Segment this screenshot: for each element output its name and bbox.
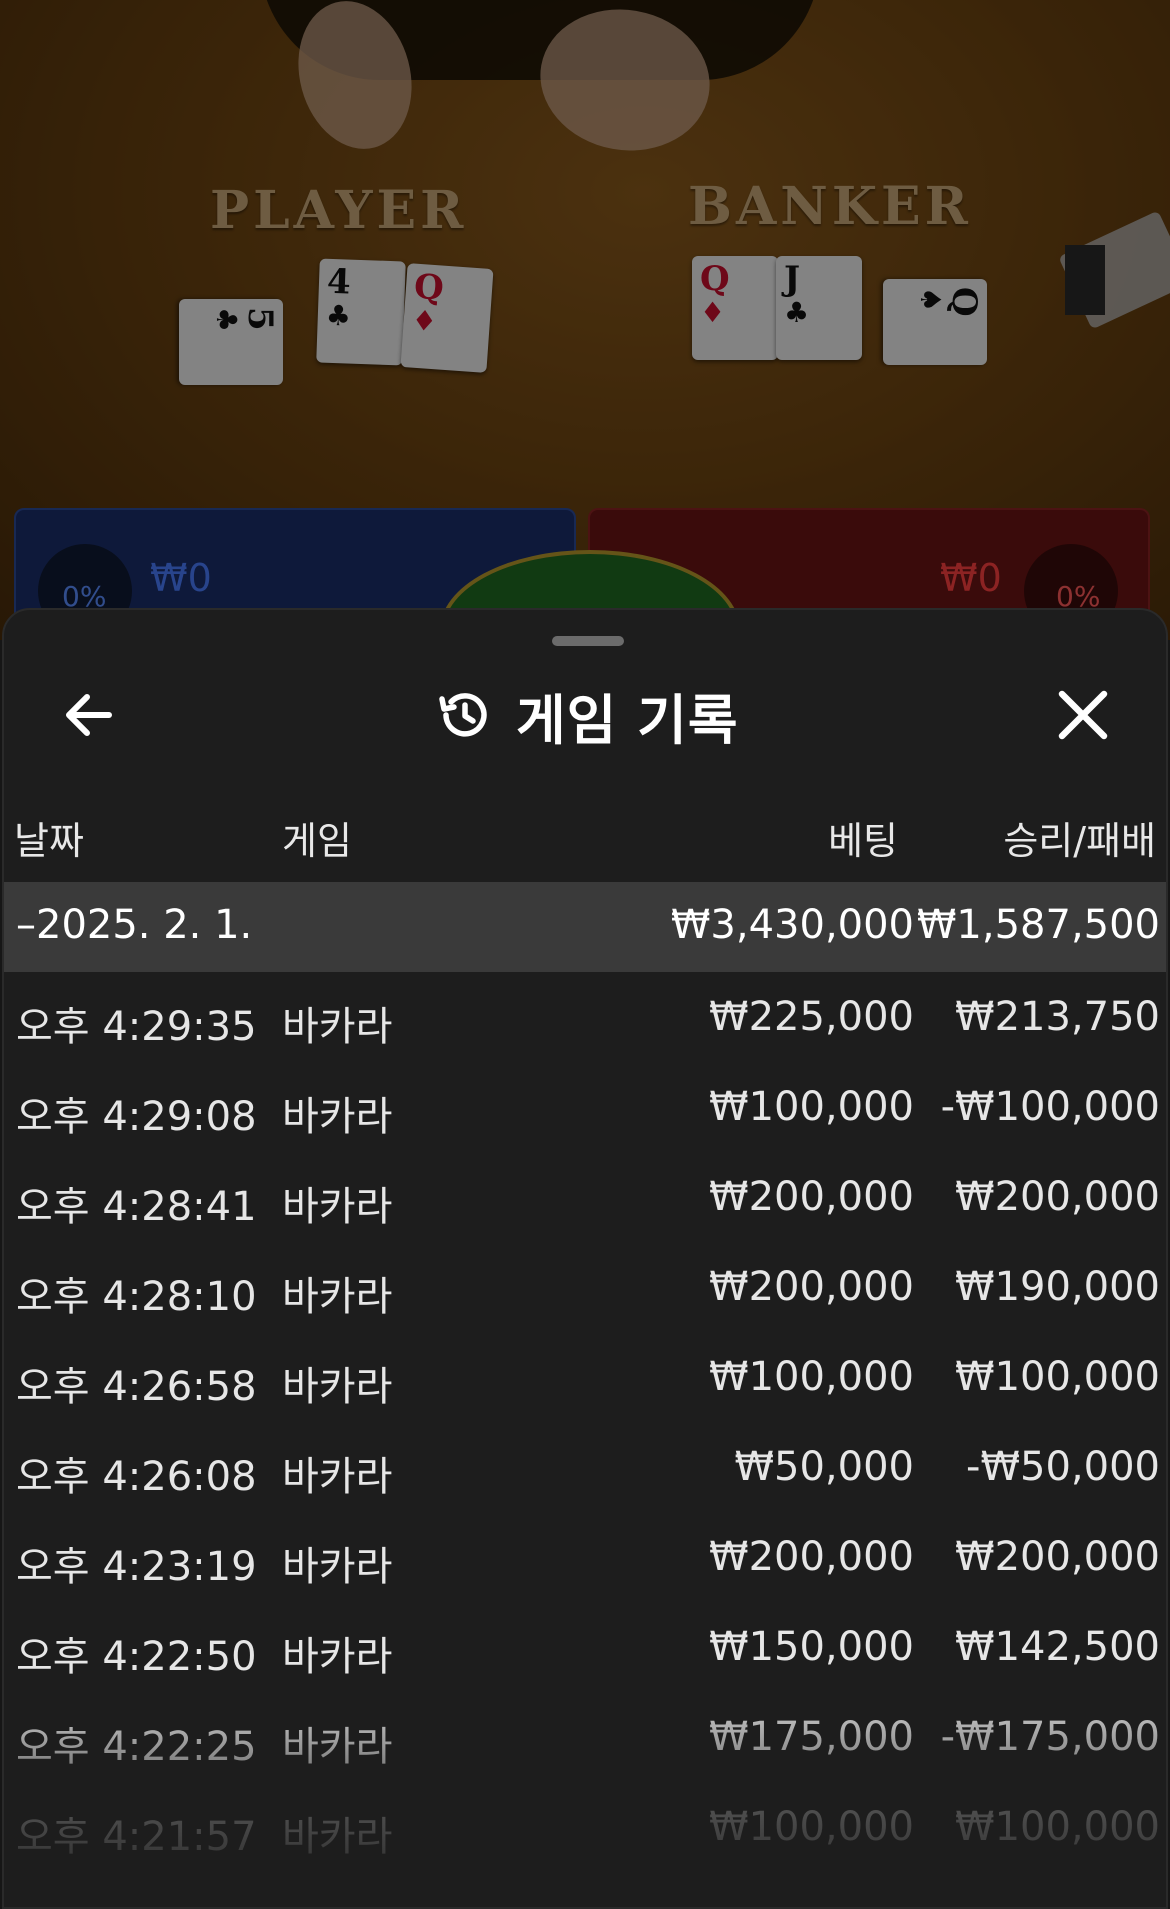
date-group-total-bet: ₩3,430,000 — [670, 902, 914, 948]
date-group-total-win-loss: ₩1,587,500 — [916, 902, 1160, 948]
row-bet: ₩200,000 — [709, 1534, 914, 1580]
row-win-loss: -₩100,000 — [940, 1084, 1160, 1130]
back-button[interactable] — [56, 682, 122, 748]
row-win-loss: ₩100,000 — [955, 1354, 1160, 1400]
sheet-title: 게임 기록 — [516, 688, 739, 752]
row-game: 바카라 — [282, 1274, 393, 1320]
game-history-sheet: 게임 기록 날짜 게임 베팅 승리/패배 –2025. 2. 1. ₩3,430… — [2, 608, 1168, 1909]
row-bet: ₩200,000 — [709, 1174, 914, 1220]
row-time: 오후 4:26:58 — [16, 1364, 257, 1410]
row-bet: ₩50,000 — [734, 1444, 914, 1490]
arrow-left-icon — [66, 694, 112, 736]
row-win-loss: ₩142,500 — [955, 1624, 1160, 1670]
row-bet: ₩200,000 — [709, 1264, 914, 1310]
row-time: 오후 4:29:35 — [16, 1004, 257, 1050]
row-time: 오후 4:28:10 — [16, 1274, 257, 1320]
row-win-loss: ₩200,000 — [955, 1174, 1160, 1220]
row-win-loss: ₩213,750 — [955, 994, 1160, 1040]
row-time: 오후 4:26:08 — [16, 1454, 257, 1500]
row-time: 오후 4:21:57 — [16, 1814, 257, 1860]
history-row[interactable]: 오후 4:26:58 바카라 ₩100,000 ₩100,000 — [4, 1332, 1166, 1422]
column-header-bet[interactable]: 베팅 — [828, 810, 898, 865]
row-game: 바카라 — [282, 1544, 393, 1590]
row-bet: ₩225,000 — [709, 994, 914, 1040]
history-row[interactable]: 오후 4:21:57 바카라 ₩100,000 ₩100,000 — [4, 1782, 1166, 1872]
row-time: 오후 4:23:19 — [16, 1544, 257, 1590]
row-bet: ₩175,000 — [709, 1714, 914, 1760]
row-bet: ₩150,000 — [709, 1624, 914, 1670]
row-bet: ₩100,000 — [709, 1354, 914, 1400]
row-time: 오후 4:28:41 — [16, 1184, 257, 1230]
row-win-loss: -₩175,000 — [940, 1714, 1160, 1760]
history-row[interactable]: 오후 4:22:50 바카라 ₩150,000 ₩142,500 — [4, 1602, 1166, 1692]
date-group-date: –2025. 2. 1. — [16, 902, 253, 948]
row-win-loss: ₩100,000 — [955, 1804, 1160, 1850]
row-game: 바카라 — [282, 1454, 393, 1500]
row-game: 바카라 — [282, 1004, 393, 1050]
row-time: 오후 4:22:50 — [16, 1634, 257, 1680]
close-button[interactable] — [1050, 682, 1116, 748]
sheet-drag-handle[interactable] — [552, 636, 624, 646]
history-row[interactable]: 오후 4:28:41 바카라 ₩200,000 ₩200,000 — [4, 1152, 1166, 1242]
column-header-game[interactable]: 게임 — [282, 810, 352, 865]
close-icon — [1058, 690, 1108, 740]
row-game: 바카라 — [282, 1094, 393, 1140]
dim-overlay[interactable] — [0, 0, 1170, 640]
row-game: 바카라 — [282, 1724, 393, 1770]
history-row[interactable]: 오후 4:22:25 바카라 ₩175,000 -₩175,000 — [4, 1692, 1166, 1782]
history-row[interactable]: 오후 4:23:19 바카라 ₩200,000 ₩200,000 — [4, 1512, 1166, 1602]
row-time: 오후 4:29:08 — [16, 1094, 257, 1140]
history-row[interactable]: 오후 4:26:08 바카라 ₩50,000 -₩50,000 — [4, 1422, 1166, 1512]
history-row[interactable]: 오후 4:29:35 바카라 ₩225,000 ₩213,750 — [4, 972, 1166, 1062]
row-win-loss: ₩200,000 — [955, 1534, 1160, 1580]
history-icon — [439, 693, 487, 737]
history-row[interactable]: 오후 4:29:08 바카라 ₩100,000 -₩100,000 — [4, 1062, 1166, 1152]
row-win-loss: ₩190,000 — [955, 1264, 1160, 1310]
column-header-win-loss[interactable]: 승리/패배 — [1003, 810, 1156, 865]
row-bet: ₩100,000 — [709, 1804, 914, 1850]
row-game: 바카라 — [282, 1364, 393, 1410]
date-group-row[interactable]: –2025. 2. 1. ₩3,430,000 ₩1,587,500 — [4, 882, 1166, 972]
sheet-header: 게임 기록 — [4, 670, 1166, 760]
row-game: 바카라 — [282, 1814, 393, 1860]
row-time: 오후 4:22:25 — [16, 1724, 257, 1770]
row-game: 바카라 — [282, 1634, 393, 1680]
sheet-title-group: 게임 기록 — [434, 678, 739, 752]
row-game: 바카라 — [282, 1184, 393, 1230]
column-header-date[interactable]: 날짜 — [14, 810, 84, 865]
history-row[interactable]: 오후 4:28:10 바카라 ₩200,000 ₩190,000 — [4, 1242, 1166, 1332]
history-list[interactable]: 오후 4:29:35 바카라 ₩225,000 ₩213,750 오후 4:29… — [4, 972, 1166, 1872]
game-table-view: PLAYER BANKER 5 ♣ 4 ♣ Q ♦ Q ♦ J ♣ Q ♠ 0% ₩0 0%… — [0, 0, 1170, 640]
row-win-loss: -₩50,000 — [966, 1444, 1160, 1490]
row-bet: ₩100,000 — [709, 1084, 914, 1130]
